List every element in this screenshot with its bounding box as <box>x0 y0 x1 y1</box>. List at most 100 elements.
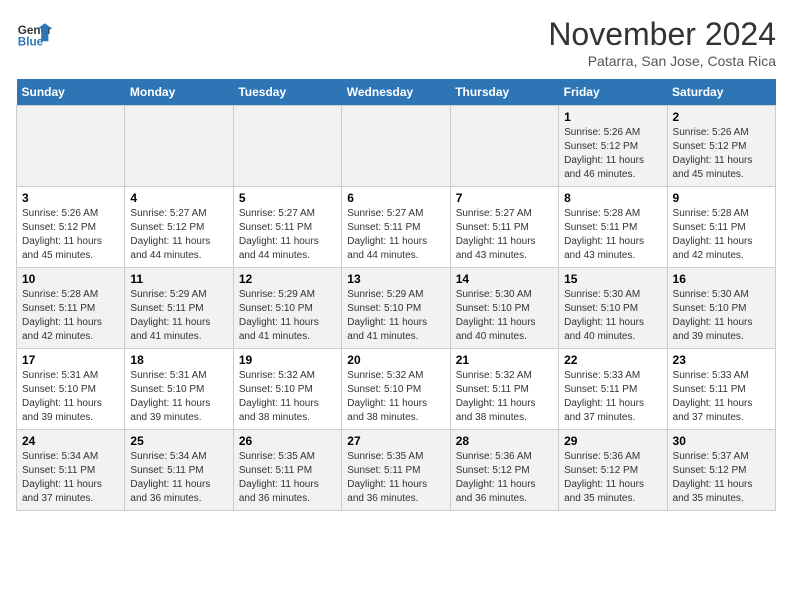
calendar-day-cell: 2 Sunrise: 5:26 AM Sunset: 5:12 PM Daylig… <box>667 106 775 187</box>
calendar-day-cell: 11Sunrise: 5:29 AM Sunset: 5:11 PM Dayli… <box>125 268 233 349</box>
calendar-day-cell <box>125 106 233 187</box>
title-block: November 2024 Patarra, San Jose, Costa R… <box>548 16 776 69</box>
day-info: Sunrise: 5:32 AM Sunset: 5:10 PM Dayligh… <box>347 369 444 425</box>
calendar-day-cell: 27 Sunrise: 5:35 AM Sunset: 5:11 PM Dayli… <box>342 430 450 511</box>
calendar-week-row: 24Sunrise: 5:34 AM Sunset: 5:11 PM Dayli… <box>17 430 776 511</box>
calendar-day-cell: 6 Sunrise: 5:27 AM Sunset: 5:11 PM Daylig… <box>342 187 450 268</box>
day-number: 12 <box>239 272 336 286</box>
logo: General Blue <box>16 16 52 52</box>
calendar-day-cell: 5 Sunrise: 5:27 AM Sunset: 5:11 PM Daylig… <box>233 187 341 268</box>
calendar-day-cell: 3 Sunrise: 5:26 AM Sunset: 5:12 PM Daylig… <box>17 187 125 268</box>
day-info: Sunrise: 5:33 AM Sunset: 5:11 PM Dayligh… <box>673 369 770 425</box>
day-number: 1 <box>564 110 661 124</box>
day-number: 13 <box>347 272 444 286</box>
day-info: Sunrise: 5:26 AM Sunset: 5:12 PM Dayligh… <box>564 126 661 182</box>
day-number: 18 <box>130 353 227 367</box>
day-info: Sunrise: 5:28 AM Sunset: 5:11 PM Dayligh… <box>22 288 119 344</box>
day-number: 4 <box>130 191 227 205</box>
calendar-day-cell: 4 Sunrise: 5:27 AM Sunset: 5:12 PM Daylig… <box>125 187 233 268</box>
day-number: 15 <box>564 272 661 286</box>
calendar-week-row: 10 Sunrise: 5:28 AM Sunset: 5:11 PM Dayli… <box>17 268 776 349</box>
day-number: 17 <box>22 353 119 367</box>
calendar-day-cell: 14 Sunrise: 5:30 AM Sunset: 5:10 PM Dayli… <box>450 268 558 349</box>
day-number: 23 <box>673 353 770 367</box>
day-info: Sunrise: 5:35 AM Sunset: 5:11 PM Dayligh… <box>347 450 444 506</box>
day-number: 21 <box>456 353 553 367</box>
calendar-day-cell: 17 Sunrise: 5:31 AM Sunset: 5:10 PM Dayli… <box>17 349 125 430</box>
day-number: 20 <box>347 353 444 367</box>
calendar-day-cell: 15 Sunrise: 5:30 AM Sunset: 5:10 PM Dayli… <box>559 268 667 349</box>
day-info: Sunrise: 5:27 AM Sunset: 5:12 PM Dayligh… <box>130 207 227 263</box>
day-info: Sunrise: 5:34 AM Sunset: 5:11 PM Dayligh… <box>22 450 119 506</box>
day-number: 25 <box>130 434 227 448</box>
day-info: Sunrise: 5:27 AM Sunset: 5:11 PM Dayligh… <box>347 207 444 263</box>
day-info: Sunrise: 5:26 AM Sunset: 5:12 PM Dayligh… <box>22 207 119 263</box>
day-of-week-header: Saturday <box>667 79 775 106</box>
day-number: 26 <box>239 434 336 448</box>
calendar-day-cell: 26 Sunrise: 5:35 AM Sunset: 5:11 PM Dayli… <box>233 430 341 511</box>
calendar-day-cell: 23 Sunrise: 5:33 AM Sunset: 5:11 PM Dayli… <box>667 349 775 430</box>
day-number: 29 <box>564 434 661 448</box>
calendar-day-cell: 7Sunrise: 5:27 AM Sunset: 5:11 PM Daylig… <box>450 187 558 268</box>
location-subtitle: Patarra, San Jose, Costa Rica <box>548 53 776 69</box>
calendar-day-cell: 22Sunrise: 5:33 AM Sunset: 5:11 PM Dayli… <box>559 349 667 430</box>
day-info: Sunrise: 5:35 AM Sunset: 5:11 PM Dayligh… <box>239 450 336 506</box>
calendar-day-cell: 16 Sunrise: 5:30 AM Sunset: 5:10 PM Dayli… <box>667 268 775 349</box>
month-title: November 2024 <box>548 16 776 53</box>
calendar-day-cell <box>233 106 341 187</box>
day-info: Sunrise: 5:37 AM Sunset: 5:12 PM Dayligh… <box>673 450 770 506</box>
day-number: 5 <box>239 191 336 205</box>
day-number: 22 <box>564 353 661 367</box>
logo-icon: General Blue <box>16 16 52 52</box>
calendar-table: SundayMondayTuesdayWednesdayThursdayFrid… <box>16 79 776 511</box>
day-info: Sunrise: 5:29 AM Sunset: 5:11 PM Dayligh… <box>130 288 227 344</box>
day-of-week-header: Wednesday <box>342 79 450 106</box>
day-number: 2 <box>673 110 770 124</box>
day-info: Sunrise: 5:29 AM Sunset: 5:10 PM Dayligh… <box>347 288 444 344</box>
day-info: Sunrise: 5:30 AM Sunset: 5:10 PM Dayligh… <box>564 288 661 344</box>
day-info: Sunrise: 5:32 AM Sunset: 5:11 PM Dayligh… <box>456 369 553 425</box>
day-number: 6 <box>347 191 444 205</box>
day-of-week-header: Monday <box>125 79 233 106</box>
day-number: 27 <box>347 434 444 448</box>
day-number: 16 <box>673 272 770 286</box>
calendar-day-cell: 21 Sunrise: 5:32 AM Sunset: 5:11 PM Dayli… <box>450 349 558 430</box>
calendar-day-cell: 19 Sunrise: 5:32 AM Sunset: 5:10 PM Dayli… <box>233 349 341 430</box>
day-info: Sunrise: 5:27 AM Sunset: 5:11 PM Dayligh… <box>456 207 553 263</box>
calendar-day-cell: 25Sunrise: 5:34 AM Sunset: 5:11 PM Dayli… <box>125 430 233 511</box>
day-number: 30 <box>673 434 770 448</box>
day-of-week-header: Thursday <box>450 79 558 106</box>
day-number: 3 <box>22 191 119 205</box>
calendar-day-cell: 10 Sunrise: 5:28 AM Sunset: 5:11 PM Dayli… <box>17 268 125 349</box>
svg-text:Blue: Blue <box>18 36 44 49</box>
calendar-day-cell: 29 Sunrise: 5:36 AM Sunset: 5:12 PM Dayli… <box>559 430 667 511</box>
day-info: Sunrise: 5:30 AM Sunset: 5:10 PM Dayligh… <box>456 288 553 344</box>
day-info: Sunrise: 5:29 AM Sunset: 5:10 PM Dayligh… <box>239 288 336 344</box>
calendar-week-row: 1 Sunrise: 5:26 AM Sunset: 5:12 PM Daylig… <box>17 106 776 187</box>
day-number: 10 <box>22 272 119 286</box>
day-number: 14 <box>456 272 553 286</box>
day-info: Sunrise: 5:36 AM Sunset: 5:12 PM Dayligh… <box>456 450 553 506</box>
calendar-day-cell <box>450 106 558 187</box>
calendar-day-cell: 9 Sunrise: 5:28 AM Sunset: 5:11 PM Daylig… <box>667 187 775 268</box>
day-info: Sunrise: 5:31 AM Sunset: 5:10 PM Dayligh… <box>22 369 119 425</box>
calendar-day-cell <box>342 106 450 187</box>
day-info: Sunrise: 5:32 AM Sunset: 5:10 PM Dayligh… <box>239 369 336 425</box>
day-of-week-header: Friday <box>559 79 667 106</box>
day-number: 28 <box>456 434 553 448</box>
calendar-day-cell: 13 Sunrise: 5:29 AM Sunset: 5:10 PM Dayli… <box>342 268 450 349</box>
day-number: 19 <box>239 353 336 367</box>
day-info: Sunrise: 5:27 AM Sunset: 5:11 PM Dayligh… <box>239 207 336 263</box>
day-of-week-header: Tuesday <box>233 79 341 106</box>
calendar-header-row: SundayMondayTuesdayWednesdayThursdayFrid… <box>17 79 776 106</box>
calendar-week-row: 3 Sunrise: 5:26 AM Sunset: 5:12 PM Daylig… <box>17 187 776 268</box>
calendar-day-cell: 24Sunrise: 5:34 AM Sunset: 5:11 PM Dayli… <box>17 430 125 511</box>
day-info: Sunrise: 5:36 AM Sunset: 5:12 PM Dayligh… <box>564 450 661 506</box>
day-number: 8 <box>564 191 661 205</box>
day-number: 9 <box>673 191 770 205</box>
day-info: Sunrise: 5:31 AM Sunset: 5:10 PM Dayligh… <box>130 369 227 425</box>
day-info: Sunrise: 5:30 AM Sunset: 5:10 PM Dayligh… <box>673 288 770 344</box>
day-info: Sunrise: 5:28 AM Sunset: 5:11 PM Dayligh… <box>673 207 770 263</box>
calendar-day-cell: 28 Sunrise: 5:36 AM Sunset: 5:12 PM Dayli… <box>450 430 558 511</box>
day-info: Sunrise: 5:26 AM Sunset: 5:12 PM Dayligh… <box>673 126 770 182</box>
